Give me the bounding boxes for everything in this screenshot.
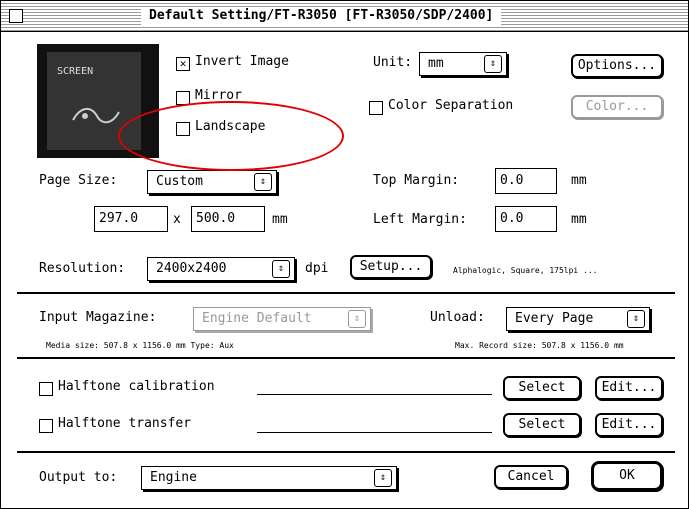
edit-transfer-button[interactable]: Edit... [595,413,663,437]
output-to-label: Output to: [39,470,118,485]
resolution-value: 2400x2400 [156,261,227,276]
divider [17,357,675,359]
unload-label: Unload: [430,310,485,325]
media-size-text: Media size: 507.8 x 1156.0 mm Type: Aux [46,341,234,350]
divider [17,451,675,453]
unit-value: mm [428,56,444,71]
popup-arrow-icon: ⇕ [627,310,645,328]
color-button[interactable]: Color... [571,95,663,119]
invert-image-checkbox[interactable]: ✕ [176,57,190,71]
halftone-transfer-path [257,432,492,433]
options-button[interactable]: Options... [571,54,663,78]
ok-button[interactable]: OK [591,461,663,491]
output-to-value: Engine [150,470,197,485]
resolution-info: Alphalogic, Square, 175lpi ... [453,266,598,275]
preview-graphic-icon [72,108,120,124]
title-bar[interactable]: Default Setting/FT-R3050 [FT-R3050/SDP/2… [1,1,688,32]
halftone-calibration-path [257,394,492,395]
cancel-button[interactable]: Cancel [494,465,568,489]
top-margin-label: Top Margin: [373,173,460,188]
resolution-label: Resolution: [39,261,126,276]
select-transfer-button[interactable]: Select [503,413,581,437]
top-margin-field[interactable]: 0.0 [495,168,557,194]
page-size-popup[interactable]: Custom ⇕ [147,170,277,194]
color-separation-checkbox[interactable] [369,101,383,115]
page-height-field[interactable]: 500.0 [191,206,265,232]
resolution-popup[interactable]: 2400x2400 ⇕ [147,257,295,281]
divider [17,292,675,294]
popup-arrow-icon: ⇕ [254,173,272,191]
window-title: Default Setting/FT-R3050 [FT-R3050/SDP/2… [141,7,502,25]
input-magazine-label: Input Magazine: [39,310,157,325]
output-to-popup[interactable]: Engine ⇕ [141,466,397,490]
preview-label: SCREEN [57,66,94,77]
halftone-calibration-label[interactable]: Halftone calibration [58,379,215,394]
popup-arrow-icon: ⇕ [348,310,366,328]
close-box[interactable] [9,9,23,23]
max-record-size-text: Max. Record size: 507.8 x 1156.0 mm [455,341,624,350]
setup-button[interactable]: Setup... [350,255,432,279]
dialog-window: Default Setting/FT-R3050 [FT-R3050/SDP/2… [0,0,689,509]
top-margin-unit: mm [571,173,587,188]
halftone-transfer-checkbox[interactable] [39,419,53,433]
page-size-x: x [173,212,181,227]
input-magazine-value: Engine Default [202,311,312,326]
landscape-highlight-ellipse [118,101,344,171]
unit-label: Unit: [373,55,413,70]
left-margin-label: Left Margin: [373,212,467,227]
unload-value: Every Page [515,311,594,326]
halftone-calibration-checkbox[interactable] [39,382,53,396]
page-width-field[interactable]: 297.0 [94,206,168,232]
edit-calibration-button[interactable]: Edit... [595,376,663,400]
halftone-transfer-label[interactable]: Halftone transfer [58,416,191,431]
popup-arrow-icon: ⇕ [374,469,392,487]
color-separation-label[interactable]: Color Separation [388,98,513,113]
left-margin-field[interactable]: 0.0 [495,206,557,232]
unit-popup[interactable]: mm ⇕ [419,52,507,76]
select-calibration-button[interactable]: Select [503,376,581,400]
page-size-unit: mm [272,212,288,227]
invert-image-label[interactable]: Invert Image [195,54,289,69]
page-size-value: Custom [156,174,203,189]
popup-arrow-icon: ⇕ [272,260,290,278]
unload-popup[interactable]: Every Page ⇕ [506,307,650,331]
page-size-label: Page Size: [39,173,118,188]
left-margin-unit: mm [571,212,587,227]
popup-arrow-icon: ⇕ [484,55,502,73]
resolution-unit: dpi [305,261,329,276]
input-magazine-popup[interactable]: Engine Default ⇕ [193,307,371,331]
